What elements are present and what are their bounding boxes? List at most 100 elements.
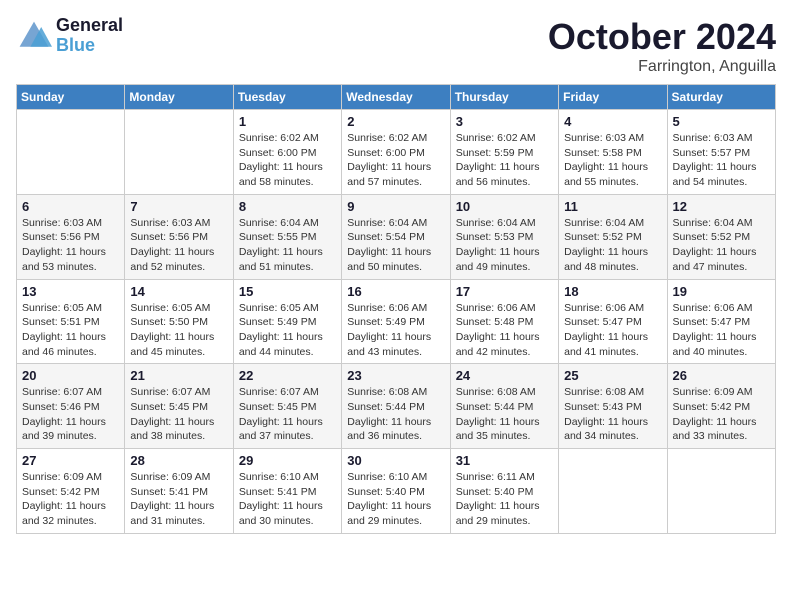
calendar-cell: 14Sunrise: 6:05 AMSunset: 5:50 PMDayligh… xyxy=(125,279,233,364)
day-number: 5 xyxy=(673,114,770,129)
day-info: Sunrise: 6:02 AMSunset: 6:00 PMDaylight:… xyxy=(239,131,336,190)
day-number: 17 xyxy=(456,284,553,299)
day-number: 14 xyxy=(130,284,227,299)
column-header-wednesday: Wednesday xyxy=(342,85,450,110)
calendar-cell: 20Sunrise: 6:07 AMSunset: 5:46 PMDayligh… xyxy=(17,364,125,449)
calendar-cell: 26Sunrise: 6:09 AMSunset: 5:42 PMDayligh… xyxy=(667,364,775,449)
day-info: Sunrise: 6:11 AMSunset: 5:40 PMDaylight:… xyxy=(456,470,553,529)
page-header: General Blue October 2024 Farrington, An… xyxy=(16,16,776,76)
calendar-cell: 13 Sunrise: 6:05 AMSunset: 5:51 PMDayligh… xyxy=(17,279,125,364)
day-number: 16 xyxy=(347,284,444,299)
calendar-cell xyxy=(559,449,667,534)
calendar-cell xyxy=(125,110,233,195)
calendar-cell: 21 Sunrise: 6:07 AMSunset: 5:45 PMDayligh… xyxy=(125,364,233,449)
day-info: Sunrise: 6:06 AMSunset: 5:47 PMDaylight:… xyxy=(673,301,770,360)
day-number: 24 xyxy=(456,368,553,383)
day-number: 27 xyxy=(22,453,119,468)
day-number: 20 xyxy=(22,368,119,383)
day-info: Sunrise: 6:04 AMSunset: 5:54 PMDaylight:… xyxy=(347,216,444,275)
day-info: Sunrise: 6:03 AMSunset: 5:56 PMDaylight:… xyxy=(22,216,119,275)
calendar-cell: 29 Sunrise: 6:10 AMSunset: 5:41 PMDayligh… xyxy=(233,449,341,534)
day-info: Sunrise: 6:06 AMSunset: 5:48 PMDaylight:… xyxy=(456,301,553,360)
day-number: 15 xyxy=(239,284,336,299)
day-number: 9 xyxy=(347,199,444,214)
day-number: 13 xyxy=(22,284,119,299)
calendar-cell: 28 Sunrise: 6:09 AMSunset: 5:41 PMDayligh… xyxy=(125,449,233,534)
calendar-cell: 25 Sunrise: 6:08 AMSunset: 5:43 PMDayligh… xyxy=(559,364,667,449)
day-number: 7 xyxy=(130,199,227,214)
calendar-cell: 6Sunrise: 6:03 AMSunset: 5:56 PMDaylight… xyxy=(17,194,125,279)
calendar-cell: 17 Sunrise: 6:06 AMSunset: 5:48 PMDayligh… xyxy=(450,279,558,364)
day-info: Sunrise: 6:08 AMSunset: 5:44 PMDaylight:… xyxy=(347,385,444,444)
day-number: 29 xyxy=(239,453,336,468)
day-number: 11 xyxy=(564,199,661,214)
day-info: Sunrise: 6:07 AMSunset: 5:45 PMDaylight:… xyxy=(239,385,336,444)
calendar-cell: 24 Sunrise: 6:08 AMSunset: 5:44 PMDayligh… xyxy=(450,364,558,449)
day-info: Sunrise: 6:02 AMSunset: 6:00 PMDaylight:… xyxy=(347,131,444,190)
calendar-cell: 4Sunrise: 6:03 AMSunset: 5:58 PMDaylight… xyxy=(559,110,667,195)
day-info: Sunrise: 6:07 AMSunset: 5:45 PMDaylight:… xyxy=(130,385,227,444)
day-number: 10 xyxy=(456,199,553,214)
column-header-monday: Monday xyxy=(125,85,233,110)
calendar-cell: 23 Sunrise: 6:08 AMSunset: 5:44 PMDayligh… xyxy=(342,364,450,449)
day-number: 28 xyxy=(130,453,227,468)
day-info: Sunrise: 6:03 AMSunset: 5:58 PMDaylight:… xyxy=(564,131,661,190)
day-info: Sunrise: 6:04 AMSunset: 5:52 PMDaylight:… xyxy=(673,216,770,275)
logo-text: General Blue xyxy=(56,16,123,56)
calendar-cell: 27 Sunrise: 6:09 AMSunset: 5:42 PMDayligh… xyxy=(17,449,125,534)
day-number: 3 xyxy=(456,114,553,129)
calendar-cell: 15 Sunrise: 6:05 AMSunset: 5:49 PMDayligh… xyxy=(233,279,341,364)
day-number: 22 xyxy=(239,368,336,383)
calendar-cell: 3Sunrise: 6:02 AMSunset: 5:59 PMDaylight… xyxy=(450,110,558,195)
calendar-cell: 1 Sunrise: 6:02 AMSunset: 6:00 PMDaylight… xyxy=(233,110,341,195)
day-info: Sunrise: 6:04 AMSunset: 5:52 PMDaylight:… xyxy=(564,216,661,275)
calendar-cell: 8Sunrise: 6:04 AMSunset: 5:55 PMDaylight… xyxy=(233,194,341,279)
day-info: Sunrise: 6:05 AMSunset: 5:49 PMDaylight:… xyxy=(239,301,336,360)
day-number: 26 xyxy=(673,368,770,383)
calendar-cell: 10Sunrise: 6:04 AMSunset: 5:53 PMDayligh… xyxy=(450,194,558,279)
day-number: 2 xyxy=(347,114,444,129)
calendar-cell: 30Sunrise: 6:10 AMSunset: 5:40 PMDayligh… xyxy=(342,449,450,534)
calendar-cell: 22 Sunrise: 6:07 AMSunset: 5:45 PMDayligh… xyxy=(233,364,341,449)
calendar-cell: 7 Sunrise: 6:03 AMSunset: 5:56 PMDaylight… xyxy=(125,194,233,279)
column-header-friday: Friday xyxy=(559,85,667,110)
day-number: 1 xyxy=(239,114,336,129)
day-info: Sunrise: 6:08 AMSunset: 5:43 PMDaylight:… xyxy=(564,385,661,444)
day-info: Sunrise: 6:03 AMSunset: 5:56 PMDaylight:… xyxy=(130,216,227,275)
day-number: 25 xyxy=(564,368,661,383)
calendar-cell: 9 Sunrise: 6:04 AMSunset: 5:54 PMDaylight… xyxy=(342,194,450,279)
day-info: Sunrise: 6:03 AMSunset: 5:57 PMDaylight:… xyxy=(673,131,770,190)
month-title: October 2024 xyxy=(548,16,776,58)
calendar-header-row: SundayMondayTuesdayWednesdayThursdayFrid… xyxy=(17,85,776,110)
calendar-cell: 2 Sunrise: 6:02 AMSunset: 6:00 PMDaylight… xyxy=(342,110,450,195)
week-row-1: 1 Sunrise: 6:02 AMSunset: 6:00 PMDaylight… xyxy=(17,110,776,195)
day-number: 23 xyxy=(347,368,444,383)
day-info: Sunrise: 6:08 AMSunset: 5:44 PMDaylight:… xyxy=(456,385,553,444)
week-row-3: 13 Sunrise: 6:05 AMSunset: 5:51 PMDayligh… xyxy=(17,279,776,364)
column-header-saturday: Saturday xyxy=(667,85,775,110)
week-row-5: 27 Sunrise: 6:09 AMSunset: 5:42 PMDayligh… xyxy=(17,449,776,534)
column-header-thursday: Thursday xyxy=(450,85,558,110)
day-number: 19 xyxy=(673,284,770,299)
day-number: 31 xyxy=(456,453,553,468)
day-info: Sunrise: 6:10 AMSunset: 5:41 PMDaylight:… xyxy=(239,470,336,529)
logo: General Blue xyxy=(16,16,123,56)
calendar-cell xyxy=(667,449,775,534)
day-number: 12 xyxy=(673,199,770,214)
logo-icon xyxy=(16,18,52,54)
calendar-cell: 31 Sunrise: 6:11 AMSunset: 5:40 PMDayligh… xyxy=(450,449,558,534)
day-info: Sunrise: 6:05 AMSunset: 5:51 PMDaylight:… xyxy=(22,301,119,360)
column-header-sunday: Sunday xyxy=(17,85,125,110)
week-row-2: 6Sunrise: 6:03 AMSunset: 5:56 PMDaylight… xyxy=(17,194,776,279)
day-info: Sunrise: 6:09 AMSunset: 5:41 PMDaylight:… xyxy=(130,470,227,529)
day-number: 18 xyxy=(564,284,661,299)
calendar-cell xyxy=(17,110,125,195)
calendar-cell: 12 Sunrise: 6:04 AMSunset: 5:52 PMDayligh… xyxy=(667,194,775,279)
day-info: Sunrise: 6:09 AMSunset: 5:42 PMDaylight:… xyxy=(22,470,119,529)
calendar-cell: 11 Sunrise: 6:04 AMSunset: 5:52 PMDayligh… xyxy=(559,194,667,279)
day-number: 8 xyxy=(239,199,336,214)
day-info: Sunrise: 6:06 AMSunset: 5:47 PMDaylight:… xyxy=(564,301,661,360)
calendar-cell: 16Sunrise: 6:06 AMSunset: 5:49 PMDayligh… xyxy=(342,279,450,364)
day-number: 21 xyxy=(130,368,227,383)
column-header-tuesday: Tuesday xyxy=(233,85,341,110)
